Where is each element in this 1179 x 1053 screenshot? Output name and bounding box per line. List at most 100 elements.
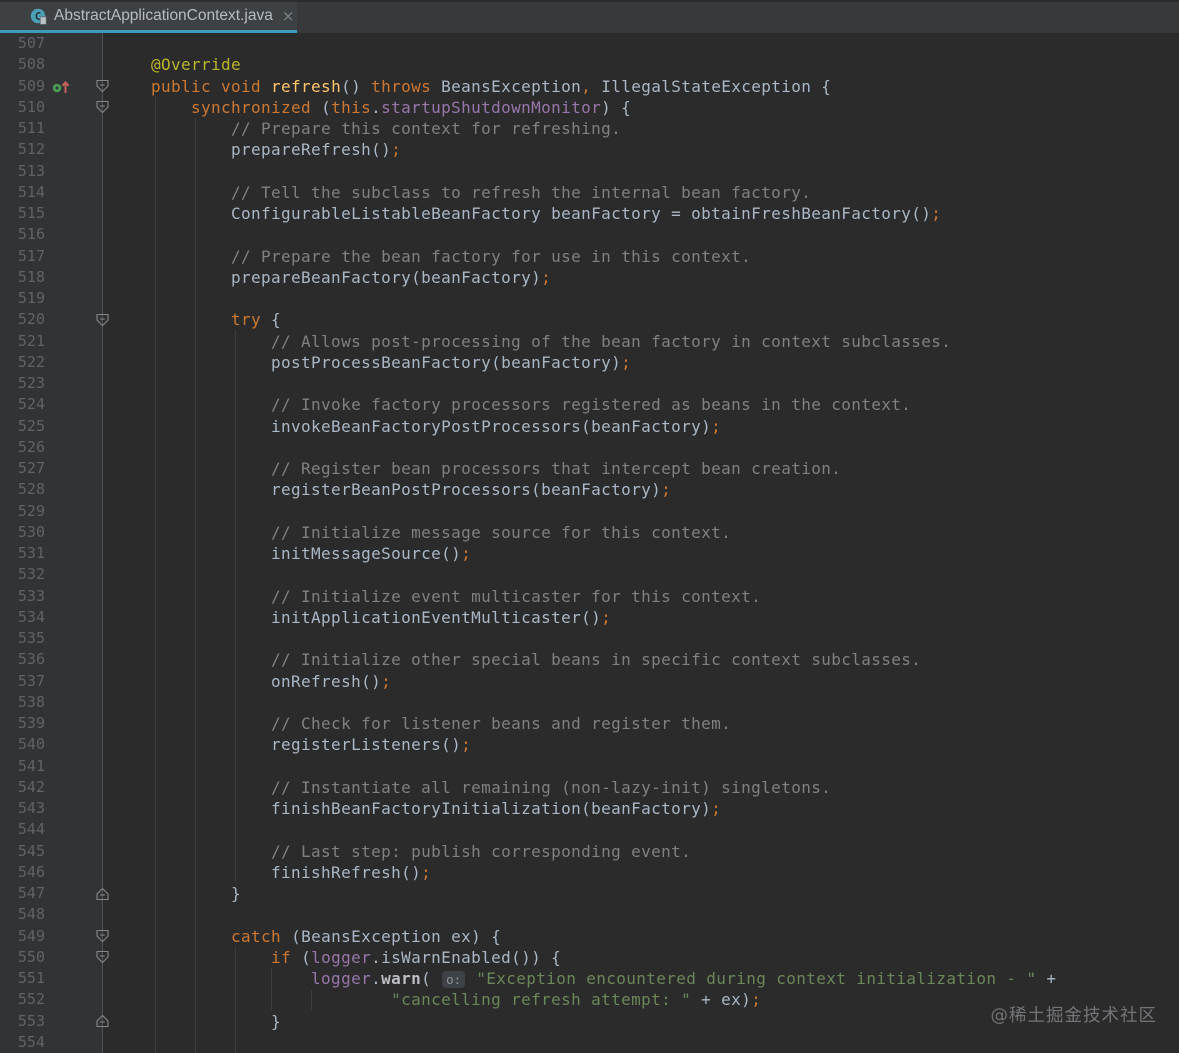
- code-line[interactable]: 538: [0, 692, 1179, 713]
- code-text[interactable]: @Override: [103, 54, 241, 75]
- code-text[interactable]: "cancelling refresh attempt: " + ex);: [103, 989, 761, 1010]
- line-number[interactable]: 530: [0, 522, 45, 543]
- line-number[interactable]: 514: [0, 182, 45, 203]
- code-text[interactable]: registerBeanPostProcessors(beanFactory);: [103, 479, 671, 500]
- code-text[interactable]: catch (BeansException ex) {: [103, 926, 501, 947]
- line-number[interactable]: 546: [0, 862, 45, 883]
- code-text[interactable]: public void refresh() throws BeansExcept…: [103, 76, 831, 97]
- line-number[interactable]: 523: [0, 373, 45, 394]
- code-text[interactable]: // Initialize message source for this co…: [103, 522, 731, 543]
- code-line[interactable]: 515 ConfigurableListableBeanFactory bean…: [0, 203, 1179, 224]
- code-text[interactable]: logger.warn( o: "Exception encountered d…: [103, 968, 1056, 990]
- code-text[interactable]: // Last step: publish corresponding even…: [103, 841, 691, 862]
- code-line[interactable]: 546 finishRefresh();: [0, 862, 1179, 883]
- line-number[interactable]: 525: [0, 416, 45, 437]
- line-number[interactable]: 516: [0, 224, 45, 245]
- override-gutter-cell[interactable]: [45, 76, 73, 97]
- line-number[interactable]: 545: [0, 841, 45, 862]
- line-number[interactable]: 515: [0, 203, 45, 224]
- line-number[interactable]: 533: [0, 586, 45, 607]
- code-text[interactable]: invokeBeanFactoryPostProcessors(beanFact…: [103, 416, 721, 437]
- line-number[interactable]: 526: [0, 437, 45, 458]
- code-text[interactable]: // Initialize other special beans in spe…: [103, 649, 921, 670]
- line-number[interactable]: 518: [0, 267, 45, 288]
- code-line[interactable]: 537 onRefresh();: [0, 671, 1179, 692]
- fold-gutter-cell[interactable]: [73, 97, 109, 118]
- line-number[interactable]: 547: [0, 883, 45, 904]
- code-text[interactable]: try {: [103, 309, 281, 330]
- code-line[interactable]: 524 // Invoke factory processors registe…: [0, 394, 1179, 415]
- line-number[interactable]: 512: [0, 139, 45, 160]
- code-line[interactable]: 507: [0, 33, 1179, 54]
- line-number[interactable]: 552: [0, 989, 45, 1010]
- code-line[interactable]: 544: [0, 819, 1179, 840]
- code-line[interactable]: 542 // Instantiate all remaining (non-la…: [0, 777, 1179, 798]
- code-line[interactable]: 525 invokeBeanFactoryPostProcessors(bean…: [0, 416, 1179, 437]
- code-text[interactable]: // Initialize event multicaster for this…: [103, 586, 761, 607]
- code-line[interactable]: 536 // Initialize other special beans in…: [0, 649, 1179, 670]
- line-number[interactable]: 554: [0, 1032, 45, 1053]
- line-number[interactable]: 537: [0, 671, 45, 692]
- code-line[interactable]: 551 logger.warn( o: "Exception encounter…: [0, 968, 1179, 989]
- line-number[interactable]: 549: [0, 926, 45, 947]
- code-editor[interactable]: 507 508 @Override 509 public void refresh(…: [0, 33, 1179, 1053]
- code-line[interactable]: 519: [0, 288, 1179, 309]
- line-number[interactable]: 534: [0, 607, 45, 628]
- line-number[interactable]: 520: [0, 309, 45, 330]
- line-number[interactable]: 519: [0, 288, 45, 309]
- code-text[interactable]: // Invoke factory processors registered …: [103, 394, 911, 415]
- code-text[interactable]: // Tell the subclass to refresh the inte…: [103, 182, 811, 203]
- line-number[interactable]: 517: [0, 246, 45, 267]
- fold-gutter-cell[interactable]: [73, 1011, 109, 1032]
- line-number[interactable]: 551: [0, 968, 45, 989]
- code-line[interactable]: 522 postProcessBeanFactory(beanFactory);: [0, 352, 1179, 373]
- line-number[interactable]: 511: [0, 118, 45, 139]
- code-text[interactable]: synchronized (this.startupShutdownMonito…: [103, 97, 631, 118]
- line-number[interactable]: 553: [0, 1011, 45, 1032]
- code-line[interactable]: 529: [0, 501, 1179, 522]
- code-text[interactable]: // Prepare this context for refreshing.: [103, 118, 621, 139]
- fold-gutter-cell[interactable]: [73, 883, 109, 904]
- code-line[interactable]: 509 public void refresh() throws BeansEx…: [0, 76, 1179, 97]
- code-line[interactable]: 514 // Tell the subclass to refresh the …: [0, 182, 1179, 203]
- code-text[interactable]: if (logger.isWarnEnabled()) {: [103, 947, 561, 968]
- line-number[interactable]: 524: [0, 394, 45, 415]
- code-line[interactable]: 535: [0, 628, 1179, 649]
- code-line[interactable]: 526: [0, 437, 1179, 458]
- code-text[interactable]: ConfigurableListableBeanFactory beanFact…: [103, 203, 941, 224]
- line-number[interactable]: 527: [0, 458, 45, 479]
- code-line[interactable]: 539 // Check for listener beans and regi…: [0, 713, 1179, 734]
- code-line[interactable]: 533 // Initialize event multicaster for …: [0, 586, 1179, 607]
- line-number[interactable]: 507: [0, 33, 45, 54]
- code-line[interactable]: 548: [0, 904, 1179, 925]
- code-line[interactable]: 550 if (logger.isWarnEnabled()) {: [0, 947, 1179, 968]
- line-number[interactable]: 550: [0, 947, 45, 968]
- line-number[interactable]: 542: [0, 777, 45, 798]
- tab-close-icon[interactable]: ×: [282, 8, 295, 24]
- line-number[interactable]: 522: [0, 352, 45, 373]
- code-line[interactable]: 521 // Allows post-processing of the bea…: [0, 331, 1179, 352]
- fold-gutter-cell[interactable]: [73, 309, 109, 330]
- code-text[interactable]: // Prepare the bean factory for use in t…: [103, 246, 751, 267]
- code-text[interactable]: finishRefresh();: [103, 862, 431, 883]
- line-number[interactable]: 531: [0, 543, 45, 564]
- line-number[interactable]: 529: [0, 501, 45, 522]
- code-text[interactable]: postProcessBeanFactory(beanFactory);: [103, 352, 631, 373]
- line-number[interactable]: 508: [0, 54, 45, 75]
- line-number[interactable]: 540: [0, 734, 45, 755]
- code-line[interactable]: 511 // Prepare this context for refreshi…: [0, 118, 1179, 139]
- code-line[interactable]: 520 try {: [0, 309, 1179, 330]
- code-text[interactable]: initApplicationEventMulticaster();: [103, 607, 611, 628]
- code-text[interactable]: prepareBeanFactory(beanFactory);: [103, 267, 551, 288]
- line-number[interactable]: 543: [0, 798, 45, 819]
- code-line[interactable]: 554: [0, 1032, 1179, 1053]
- code-text[interactable]: finishBeanFactoryInitialization(beanFact…: [103, 798, 721, 819]
- code-line[interactable]: 512 prepareRefresh();: [0, 139, 1179, 160]
- line-number[interactable]: 510: [0, 97, 45, 118]
- code-line[interactable]: 534 initApplicationEventMulticaster();: [0, 607, 1179, 628]
- code-line[interactable]: 527 // Register bean processors that int…: [0, 458, 1179, 479]
- code-line[interactable]: 531 initMessageSource();: [0, 543, 1179, 564]
- code-line[interactable]: 543 finishBeanFactoryInitialization(bean…: [0, 798, 1179, 819]
- fold-gutter-cell[interactable]: [73, 76, 109, 97]
- line-number[interactable]: 548: [0, 904, 45, 925]
